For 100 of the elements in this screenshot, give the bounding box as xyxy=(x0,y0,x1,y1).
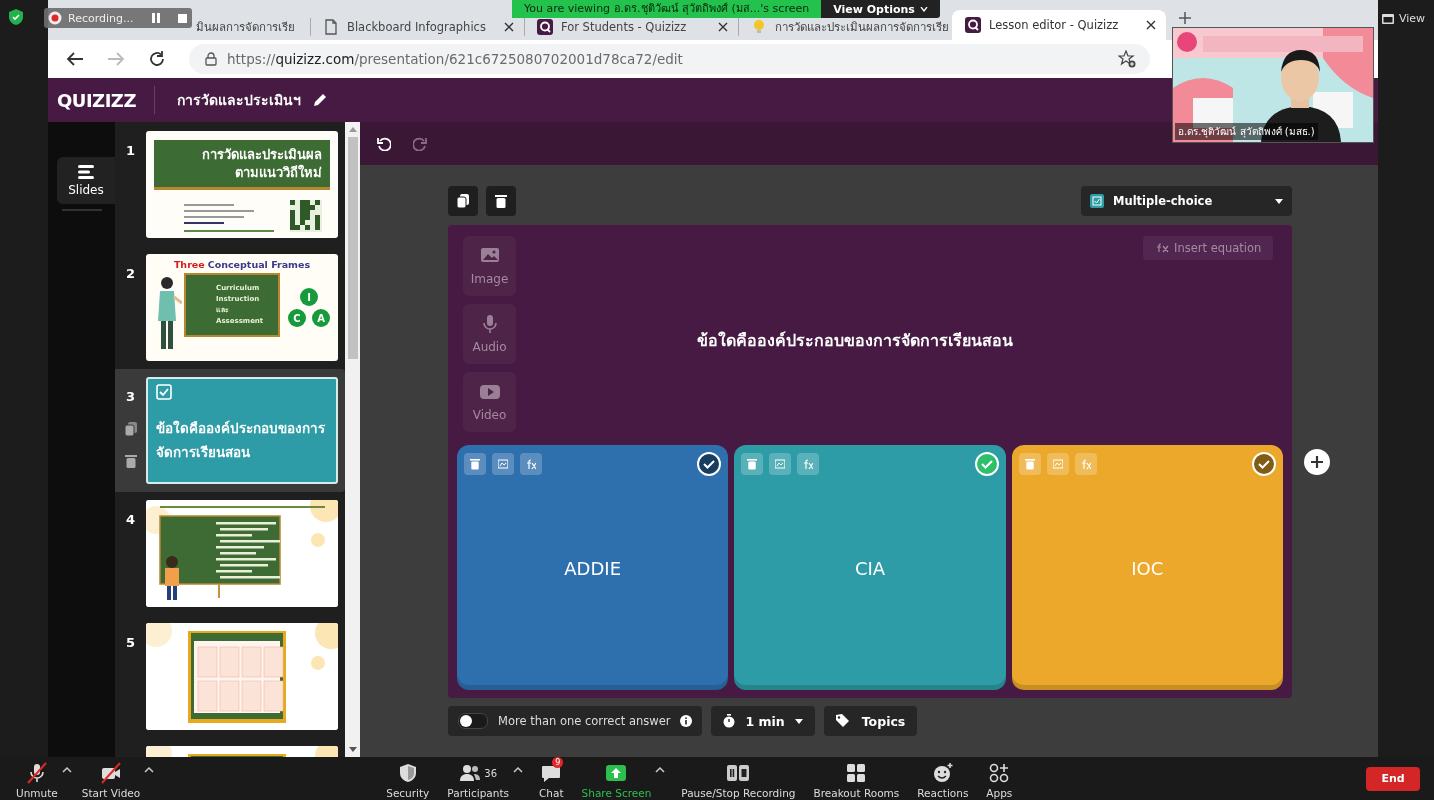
letter-node: I xyxy=(300,288,318,306)
insert-equation-button[interactable]: Insert equation xyxy=(1143,236,1274,260)
stop-icon xyxy=(177,13,187,23)
tab-title: การวัดและประเมินผลการจัดการเรีย xyxy=(775,19,949,36)
letter-node: A xyxy=(312,309,330,327)
equation-button[interactable] xyxy=(520,453,542,475)
check-circle-icon[interactable] xyxy=(974,452,999,476)
slide-title-text: การวัดและประเมินผล xyxy=(202,145,322,164)
caret-icon[interactable] xyxy=(513,766,524,774)
grid-icon xyxy=(845,762,868,784)
close-icon[interactable] xyxy=(1146,20,1156,30)
tab-title: มินผลการจัดการเรีย xyxy=(196,19,295,36)
undo-icon[interactable] xyxy=(377,136,391,151)
slide-number: 2 xyxy=(125,266,135,281)
toolbar-button[interactable]: 9 Chat xyxy=(537,758,566,799)
setting-label: More than one correct answer xyxy=(498,714,671,728)
trash-icon xyxy=(1024,458,1035,470)
media-button[interactable]: Video xyxy=(463,372,516,432)
media-button[interactable]: Audio xyxy=(463,304,516,364)
scrollbar[interactable] xyxy=(345,122,360,757)
favorite-star-icon[interactable] xyxy=(1118,50,1136,68)
toolbar-button[interactable]: Start Video xyxy=(79,758,143,799)
toolbar-button[interactable]: Reactions xyxy=(915,758,971,799)
answer-option[interactable]: ADDIE xyxy=(457,445,729,690)
participant-name: อ.ดร.ชุติวัฒน์ สุวัตถิพงศ์ (มสธ.) xyxy=(1175,123,1318,140)
close-icon[interactable] xyxy=(504,22,514,32)
answer-text: IOC xyxy=(1130,556,1165,581)
slide-number: 5 xyxy=(125,635,135,650)
recording-icon xyxy=(48,11,62,25)
question-type-dropdown[interactable]: Multiple-choice xyxy=(1081,186,1292,216)
count-badge: 9 xyxy=(552,757,564,768)
people-icon xyxy=(459,762,482,784)
stopwatch-icon xyxy=(723,714,736,728)
toolbar-button[interactable]: Pause/Stop Recording xyxy=(679,758,798,799)
browser-tab[interactable]: Blackboard Infographics xyxy=(310,18,524,36)
browser-tab[interactable]: Lesson editor - Quizizz xyxy=(952,10,1166,40)
toolbar-button[interactable]: Unmute xyxy=(14,758,60,799)
smiley-plus-icon xyxy=(931,762,954,784)
end-button[interactable]: End xyxy=(1366,766,1420,791)
slide-thumbnail[interactable]: การวัดและประเมินผล ตามแนววิถีใหม่ xyxy=(146,131,338,238)
view-icon xyxy=(1382,13,1394,24)
timer-dropdown[interactable]: 1 min xyxy=(711,706,815,736)
check-circle-icon[interactable] xyxy=(1252,452,1276,476)
toolbar-button[interactable]: 36 Participants xyxy=(445,758,512,799)
check-circle-icon[interactable] xyxy=(697,452,722,476)
reload-icon[interactable] xyxy=(148,50,166,68)
question-text[interactable]: ข้อใดคือองค์ประกอบของการจัดการเรียนสอน xyxy=(516,328,1143,353)
duplicate-button[interactable] xyxy=(448,186,478,216)
tab-title: For Students - Quizizz xyxy=(561,20,688,34)
scroll-down-icon[interactable] xyxy=(348,747,357,753)
view-button[interactable]: View xyxy=(1378,10,1430,27)
trash-icon xyxy=(470,458,480,470)
browser-tab[interactable]: มินผลการจัดการเรีย xyxy=(192,18,310,36)
viewing-banner: You are viewing อ.ดร.ชุติวัฒน์ สุวัตถิพงศ์ (มส...'s screen xyxy=(512,0,822,18)
pencil-icon[interactable] xyxy=(312,93,327,107)
toolbar-button[interactable]: Security xyxy=(384,758,432,799)
delete-button[interactable] xyxy=(486,186,516,216)
image-button[interactable] xyxy=(492,453,514,475)
function-icon xyxy=(803,458,814,470)
back-arrow-icon[interactable] xyxy=(66,51,84,67)
caret-icon xyxy=(1275,198,1283,204)
toolbar-button[interactable]: Apps xyxy=(984,758,1015,799)
topics-button[interactable]: Topics xyxy=(823,706,918,736)
caret-icon xyxy=(794,718,803,724)
answer-text: ADDIE xyxy=(563,556,622,581)
trash-icon[interactable] xyxy=(124,454,137,468)
address-field[interactable]: https://quizizz.com/presentation/621c6725080702001d78ca72/edit xyxy=(189,44,1150,74)
slides-tab[interactable]: Slides xyxy=(57,157,115,204)
play-icon xyxy=(479,382,500,402)
shield-icon xyxy=(9,9,23,25)
toolbar-button[interactable]: Share Screen xyxy=(579,758,654,799)
slide-thumbnail[interactable] xyxy=(146,623,338,730)
toolbar-button[interactable]: Breakout Rooms xyxy=(811,758,902,799)
close-icon[interactable] xyxy=(718,22,728,32)
pause-icon xyxy=(152,13,160,23)
copy-icon[interactable] xyxy=(124,422,137,436)
image-icon xyxy=(775,458,786,470)
function-icon xyxy=(526,458,536,470)
scrollbar-thumb[interactable] xyxy=(347,137,358,359)
equation-button[interactable] xyxy=(797,453,820,475)
caret-icon[interactable] xyxy=(655,766,666,774)
caret-icon[interactable] xyxy=(144,766,155,774)
function-icon xyxy=(1080,458,1091,470)
trash-icon xyxy=(747,458,758,470)
info-icon[interactable] xyxy=(680,715,693,727)
view-options-button[interactable]: View Options xyxy=(821,0,940,18)
slide-thumbnail[interactable] xyxy=(146,500,338,607)
tab-title: Blackboard Infographics xyxy=(347,20,487,34)
new-tab-icon[interactable] xyxy=(1178,11,1192,25)
image-icon xyxy=(498,458,508,470)
recording-status: Recording... xyxy=(68,11,135,25)
redo-icon[interactable] xyxy=(413,136,427,151)
media-button[interactable]: Image xyxy=(463,236,516,296)
function-icon xyxy=(1155,243,1169,253)
presentation-title: การวัดและประเมินฯ xyxy=(176,91,301,110)
toggle-switch[interactable] xyxy=(458,713,488,729)
add-option-icon[interactable] xyxy=(1304,448,1330,475)
caret-icon[interactable] xyxy=(61,766,72,774)
quizizz-icon xyxy=(965,17,981,33)
logo[interactable]: QUIZIZZ xyxy=(57,89,136,111)
